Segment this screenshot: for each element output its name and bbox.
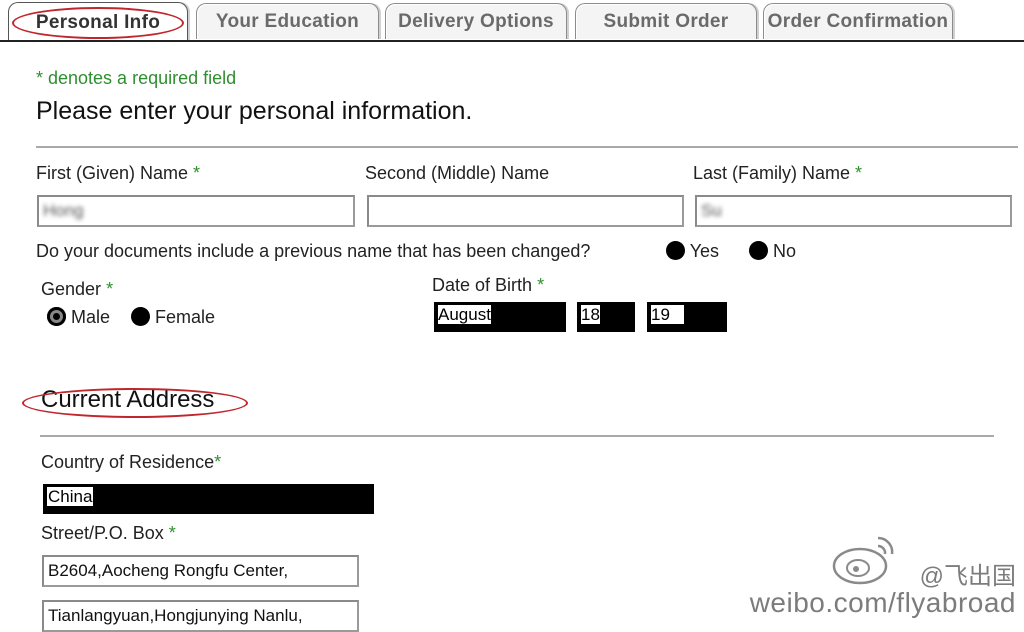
last-name-field[interactable]: Su [695,195,1012,227]
middle-name-field[interactable] [367,195,684,227]
radio-male[interactable] [47,307,66,326]
first-name-value: Hong [43,201,84,220]
divider [40,435,994,437]
dob-label: Date of Birth * [432,275,545,295]
dob-month-select[interactable]: August [434,302,566,332]
tab-delivery-options[interactable]: Delivery Options [385,3,567,39]
tab-your-education[interactable]: Your Education [196,3,379,39]
country-label: Country of Residence* [41,452,222,472]
wizard-tabs: Personal Info Your Education Delivery Op… [0,0,1024,42]
required-field-note: * denotes a required field [36,68,237,88]
radio-yes[interactable] [666,241,685,260]
watermark-url: weibo.com/flyabroad [749,587,1016,618]
last-name-label: Last (Family) Name * [693,163,863,183]
current-address-heading: Current Address [41,386,215,413]
gender-label: Gender * [41,279,114,299]
first-name-label: First (Given) Name * [36,163,201,183]
street-line2-field[interactable]: Tianlangyuan,Hongjunying Nanlu, [42,600,359,632]
watermark-handle: @飞出国 [919,563,1016,590]
radio-no[interactable] [749,241,768,260]
tab-submit-order[interactable]: Submit Order [575,3,757,39]
previous-name-question: Do your documents include a previous nam… [36,241,591,261]
dob-year-value: 19 [651,305,685,324]
last-name-value: Su [701,201,722,220]
gender-female-option[interactable]: Female [131,307,215,328]
tab-order-confirmation[interactable]: Order Confirmation [763,3,953,39]
dob-day-value: 18 [581,305,600,324]
weibo-logo-icon [832,536,894,585]
dob-day-select[interactable]: 18 [577,302,635,332]
tab-personal-info[interactable]: Personal Info [8,2,188,42]
street-line1-field[interactable]: B2604,Aocheng Rongfu Center, [42,555,359,587]
divider [36,146,1018,148]
middle-name-label: Second (Middle) Name [365,163,550,183]
street-label: Street/P.O. Box * [41,523,176,543]
first-name-field[interactable]: Hong [37,195,355,227]
radio-female[interactable] [131,307,150,326]
country-select[interactable]: China [43,484,374,514]
dob-month-value: August [438,305,491,324]
page-heading: Please enter your personal information. [36,97,473,125]
tab-underline [0,40,1024,42]
previous-name-yes-option[interactable]: Yes [666,241,719,262]
country-value: China [47,487,94,506]
dob-year-select[interactable]: 19 [647,302,727,332]
previous-name-no-option[interactable]: No [749,241,796,262]
gender-male-option[interactable]: Male [47,307,110,328]
